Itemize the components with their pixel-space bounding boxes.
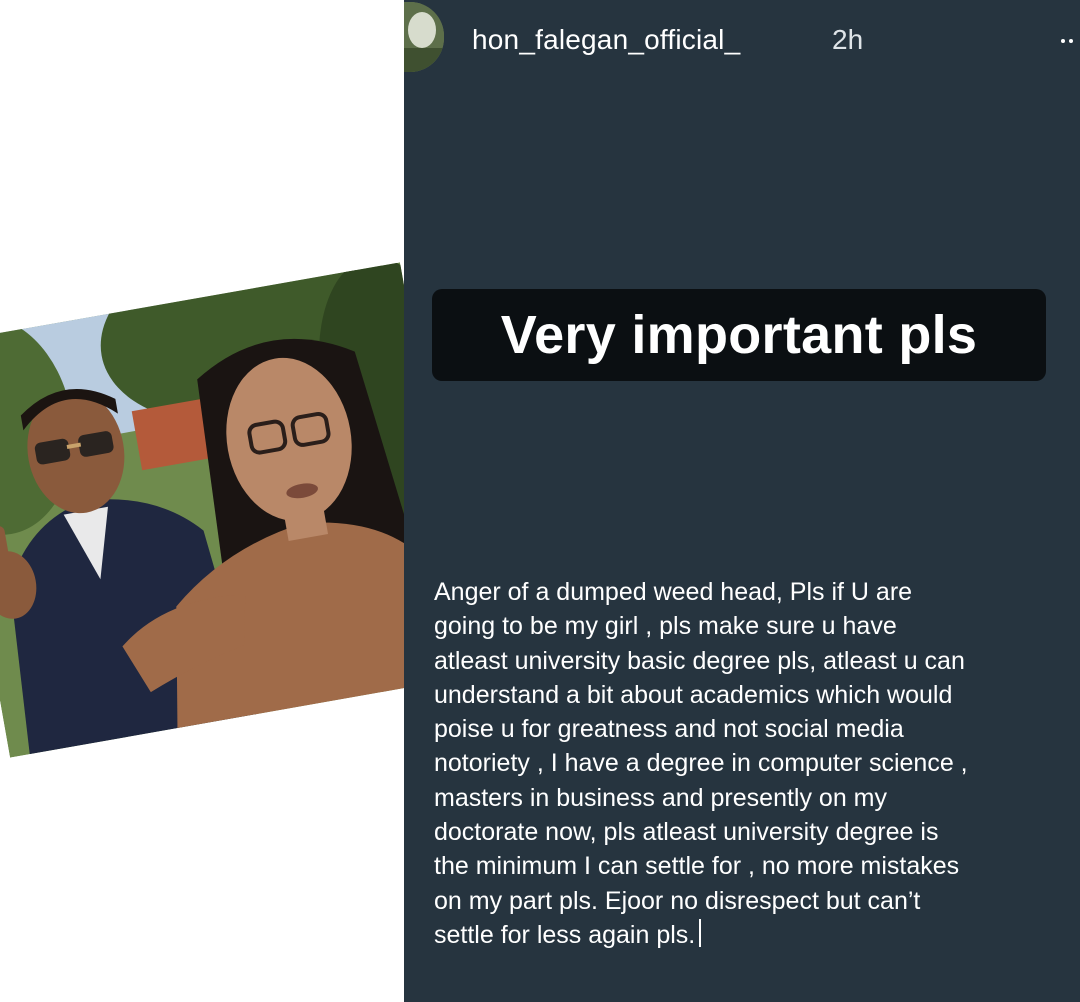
caption-line: atleast university basic degree pls, atl… [434,646,965,675]
photo-illustration [0,262,404,758]
avatar[interactable] [404,2,444,72]
story-timestamp: 2h [832,24,864,55]
caption-line: going to be my girl , pls make sure u ha… [434,612,897,641]
caption-line: doctorate now, pls atleast university de… [434,818,939,847]
story-panel: hon_falegan_official_ 2h Very important … [404,0,1080,1002]
more-dots-icon[interactable] [1061,36,1080,46]
headline-text: Very important pls [500,305,978,365]
caption-line-last: settle for less again pls. [434,918,1074,952]
caption-line: notoriety , I have a degree in computer … [434,749,968,778]
avatar-image [404,2,444,72]
caption-line: poise u for greatness and not social med… [434,715,904,744]
caption-line: masters in business and presently on my [434,783,887,812]
text-cursor [699,918,702,947]
story-header: hon_falegan_official_ 2h [404,0,1080,80]
headline-sticker: Very important pls [432,289,1046,381]
caption-line: understand a bit about academics which w… [434,680,953,709]
caption-last-text: settle for less again pls. [434,920,696,949]
caption-line: Anger of a dumped weed head, Pls if U ar… [434,578,913,606]
caption-line: the minimum I can settle for , no more m… [434,852,960,881]
left-panel [0,0,404,1002]
story-caption: Anger of a dumped weed head, Pls if U ar… [434,575,1074,952]
username[interactable]: hon_falegan_official_ [472,24,740,56]
couple-photo [0,262,404,758]
caption-line: on my part pls. Ejoor no disrespect but … [434,886,921,915]
